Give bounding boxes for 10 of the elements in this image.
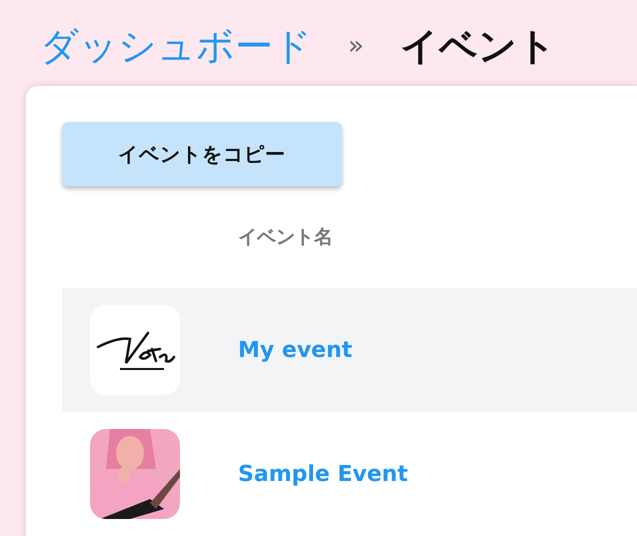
page-title: イベント [400, 22, 556, 70]
copy-event-button[interactable]: イベントをコピー [62, 122, 342, 186]
logo-icon [90, 305, 180, 395]
event-name-link[interactable]: My event [238, 338, 352, 362]
event-row[interactable]: My event [62, 288, 637, 412]
breadcrumb-separator: » [348, 31, 364, 61]
event-row[interactable]: Sample Event [62, 412, 637, 536]
column-header: イベント名 [238, 225, 333, 250]
event-name-link[interactable]: Sample Event [238, 462, 408, 486]
breadcrumb-link[interactable]: ダッシュボード [40, 20, 312, 72]
